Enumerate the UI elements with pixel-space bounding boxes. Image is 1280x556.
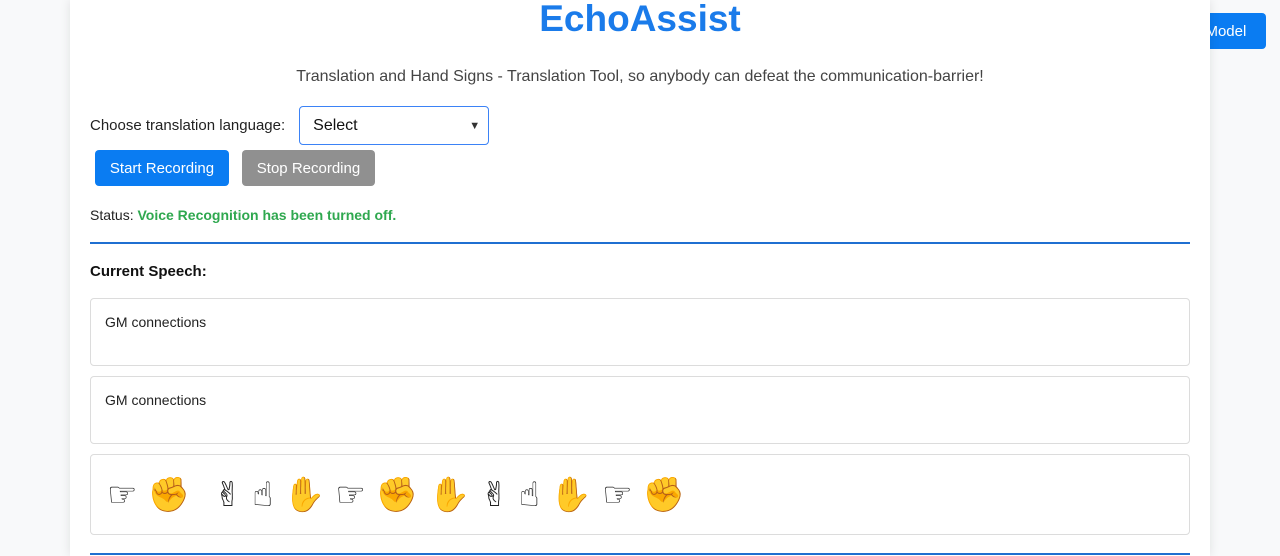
hand-sign-icon: ✋ (283, 474, 326, 515)
hand-sign-icon: ✌ (480, 474, 510, 515)
status-label: Status: (90, 207, 134, 223)
hand-sign-icon: ✊ (375, 474, 419, 515)
hand-signs-row: ☞ ✊ ✌ ☝ ✋ ☞ ✊ ✋ ✌ ☝ ✋ ☞ ✊ (105, 465, 1175, 524)
start-recording-button[interactable]: Start Recording (95, 150, 229, 186)
hand-sign-icon: ☝ (519, 474, 540, 515)
translation-text: GM connections (105, 392, 207, 408)
hand-sign-icon: ☝ (252, 474, 274, 515)
hand-sign-icon: ☞ (107, 474, 138, 515)
app-title: EchoAssist (539, 0, 741, 39)
transcript-text: GM connections (105, 314, 207, 330)
current-speech-title: Current Speech: (90, 263, 207, 280)
language-selected-value: Select (313, 116, 358, 134)
divider-bottom (90, 553, 1190, 555)
language-label: Choose translation language: (90, 117, 286, 134)
hand-sign-icon: ✋ (428, 474, 471, 515)
app-subtitle: Translation and Hand Signs - Translation… (296, 68, 984, 85)
hand-sign-icon: ✊ (642, 474, 685, 515)
hand-sign-icon: ✊ (147, 474, 190, 515)
main-card: EchoAssist Translation and Hand Signs - … (70, 0, 1210, 556)
hand-sign-icon: ☞ (602, 474, 633, 515)
translation-box: GM connections (90, 376, 1190, 444)
status-value: Voice Recognition has been turned off. (137, 207, 397, 223)
language-select[interactable]: Select ▼ (299, 106, 490, 145)
language-row: Choose translation language: Select ▼ (90, 106, 490, 145)
hand-signs-box: ☞ ✊ ✌ ☝ ✋ ☞ ✊ ✋ ✌ ☝ ✋ ☞ ✊ (90, 454, 1190, 535)
transcript-box: GM connections (90, 298, 1190, 366)
hand-sign-icon: ✋ (549, 474, 593, 515)
status-line: Status: Voice Recognition has been turne… (90, 207, 396, 223)
chevron-down-icon: ▼ (469, 119, 481, 132)
stop-recording-button[interactable]: Stop Recording (242, 150, 375, 186)
divider (90, 242, 1190, 244)
recording-controls: Start Recording Stop Recording (95, 150, 375, 186)
hand-sign-icon: ✌ (213, 474, 243, 515)
hand-sign-icon: ☞ (335, 474, 366, 515)
